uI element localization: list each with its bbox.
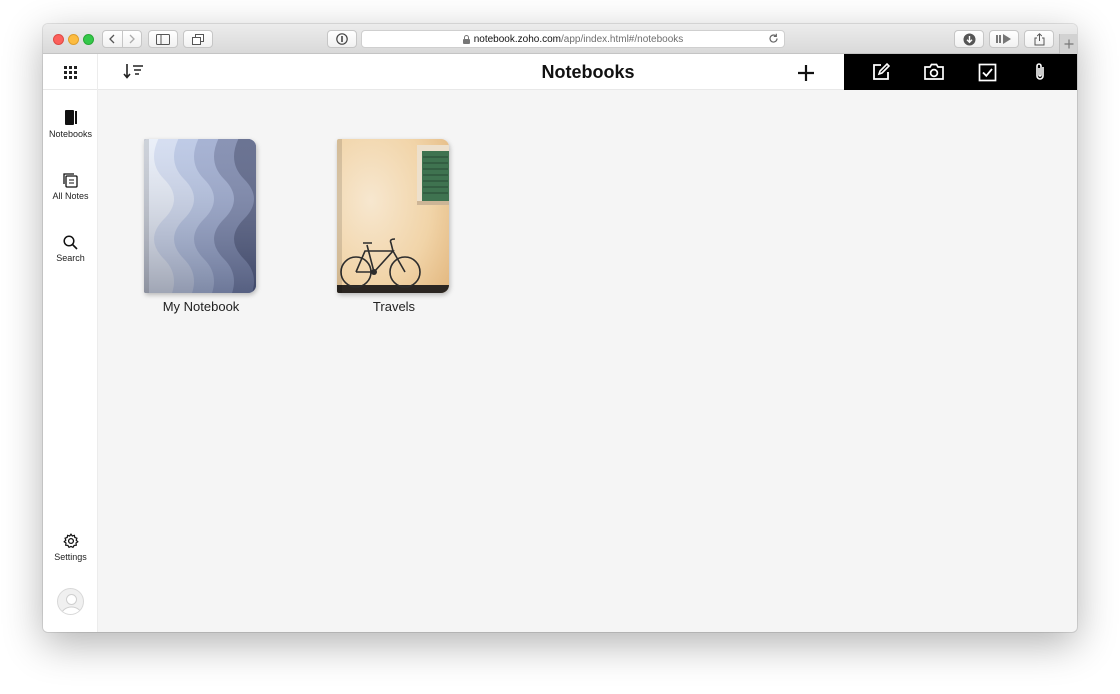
tabs-icon <box>192 33 204 45</box>
sidebar-item-label: Search <box>56 253 85 263</box>
new-tab-button[interactable] <box>1059 34 1077 54</box>
notebook-spine <box>144 139 149 293</box>
privacy-button[interactable] <box>327 30 357 48</box>
sidebar-item-search[interactable]: Search <box>43 230 98 280</box>
sidebar-toggle-button[interactable] <box>148 30 178 48</box>
sort-icon <box>123 64 143 79</box>
avatar[interactable] <box>57 588 84 615</box>
notebook-icon <box>64 106 77 126</box>
grid-icon <box>63 65 77 79</box>
notebook-card[interactable]: My Notebook <box>121 139 281 319</box>
download-icon <box>963 33 975 45</box>
share-icon <box>1034 32 1044 45</box>
reader-icon <box>996 34 1011 44</box>
url-domain: notebook.zoho.com <box>473 33 561 45</box>
browser-window: notebook.zoho.com/app/index.html#/notebo… <box>43 24 1077 632</box>
sidebar-item-label: All Notes <box>52 191 89 201</box>
reload-icon[interactable] <box>768 33 779 44</box>
sidebar-item-settings[interactable]: Settings <box>43 529 98 579</box>
user-icon <box>60 594 83 614</box>
apps-menu-button[interactable] <box>43 54 98 90</box>
chevron-right-icon <box>129 34 135 44</box>
notebook-spine <box>337 139 342 293</box>
zoom-window-button[interactable] <box>83 34 94 45</box>
history-nav <box>102 30 142 48</box>
plus-icon <box>798 65 814 81</box>
notebook-title[interactable]: Travels <box>314 299 474 314</box>
app-header: Notebooks <box>43 54 1077 90</box>
edit-note-icon <box>872 62 890 80</box>
sidebar-item-label: Notebooks <box>48 129 93 139</box>
share-button[interactable] <box>1024 30 1054 48</box>
lock-icon <box>462 34 470 44</box>
chevron-left-icon <box>109 34 115 44</box>
sidebar-item-notebooks[interactable]: Notebooks <box>43 106 98 156</box>
plus-icon <box>1064 39 1073 49</box>
new-checklist-button[interactable] <box>974 59 1000 85</box>
search-icon <box>63 230 78 250</box>
tab-overview-button[interactable] <box>183 30 213 48</box>
notebook-title[interactable]: My Notebook <box>121 299 281 314</box>
address-bar[interactable]: notebook.zoho.com/app/index.html#/notebo… <box>361 30 785 48</box>
notebook-cover[interactable] <box>144 139 256 293</box>
reader-button[interactable] <box>989 30 1019 48</box>
bicycle-cover-image <box>337 139 449 293</box>
create-toolbar <box>844 54 1077 90</box>
page-title: Notebooks <box>541 62 635 82</box>
sidebar-item-label: Settings <box>54 552 87 562</box>
back-button[interactable] <box>103 31 122 47</box>
info-icon <box>336 33 348 45</box>
notebook-cover[interactable] <box>337 139 449 293</box>
wave-cover-image <box>144 139 256 293</box>
sidebar-icon <box>156 33 170 45</box>
notebook-card[interactable]: Travels <box>314 139 474 319</box>
camera-icon <box>924 63 944 80</box>
minimize-window-button[interactable] <box>68 34 79 45</box>
close-window-button[interactable] <box>53 34 64 45</box>
add-notebook-button[interactable] <box>795 62 817 84</box>
downloads-button[interactable] <box>954 30 984 48</box>
sort-button[interactable] <box>123 63 145 81</box>
new-text-note-button[interactable] <box>868 59 894 85</box>
checklist-icon <box>978 63 996 81</box>
new-file-note-button[interactable] <box>1027 59 1053 85</box>
sidebar-item-all-notes[interactable]: All Notes <box>43 168 98 218</box>
new-photo-note-button[interactable] <box>921 59 947 85</box>
sidebar: Notebooks All Notes Search Settings <box>43 90 98 632</box>
forward-button[interactable] <box>121 31 141 47</box>
attachment-icon <box>1036 63 1045 80</box>
notes-stack-icon <box>62 168 79 188</box>
url-path: /app/index.html#/notebooks <box>560 33 684 45</box>
gear-icon <box>62 529 79 549</box>
browser-toolbar: notebook.zoho.com/app/index.html#/notebo… <box>43 24 1077 54</box>
